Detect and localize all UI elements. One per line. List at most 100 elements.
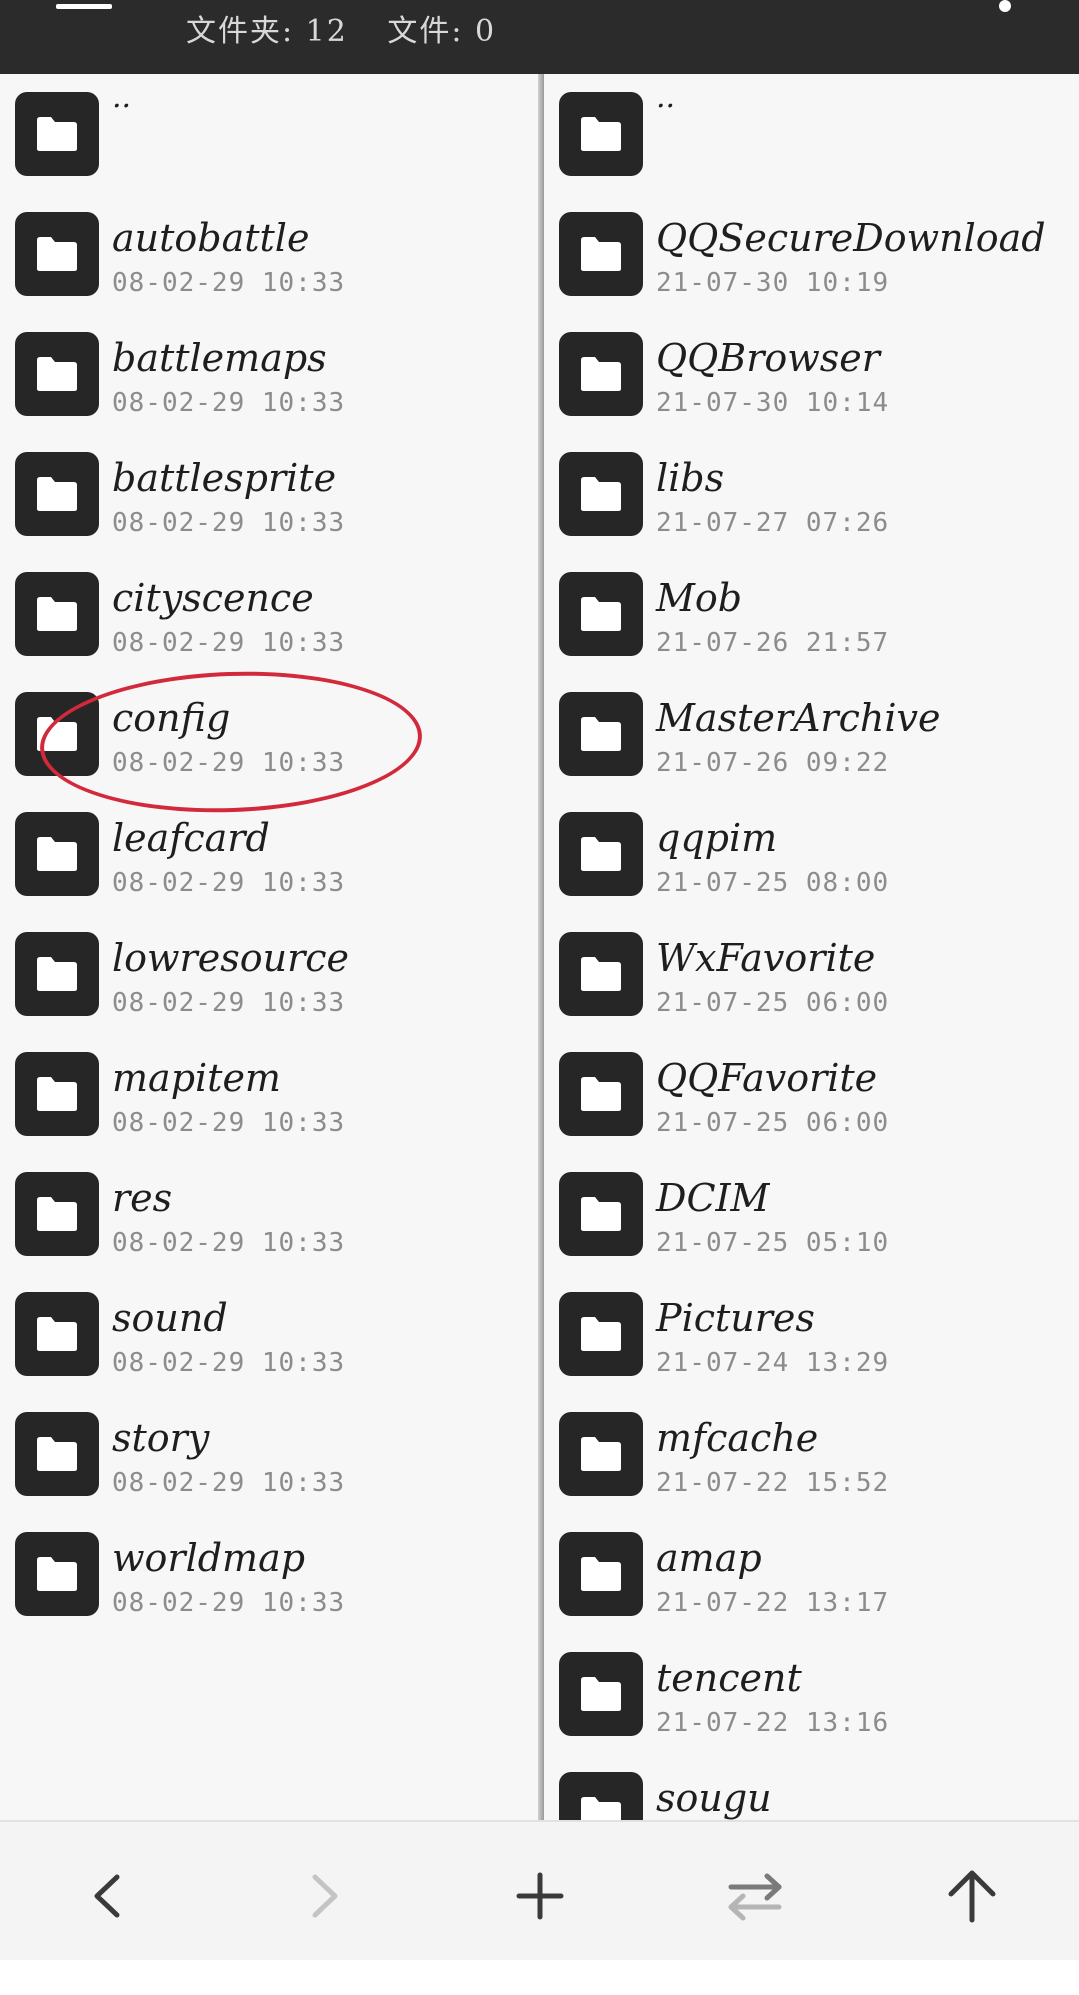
folder-date: 21-07-26 21:57 bbox=[656, 628, 890, 658]
folder-name: res bbox=[112, 1176, 173, 1220]
folder-row[interactable]: sound 08-02-29 10:33 bbox=[0, 1274, 538, 1394]
folder-name: battlesprite bbox=[112, 456, 337, 500]
back-icon bbox=[94, 1874, 120, 1918]
folder-count: 文件夹: 12 bbox=[186, 14, 348, 49]
folder-icon bbox=[559, 452, 643, 536]
folder-date: 08-02-29 10:33 bbox=[112, 1468, 346, 1498]
folder-icon bbox=[559, 1652, 643, 1736]
folder-icon bbox=[15, 92, 99, 176]
folder-row[interactable]: res 08-02-29 10:33 bbox=[0, 1154, 538, 1274]
more-options-icon[interactable] bbox=[999, 0, 1011, 12]
folder-row[interactable]: WxFavorite 21-07-25 06:00 bbox=[544, 914, 1079, 1034]
back-button[interactable] bbox=[67, 1856, 147, 1936]
folder-row[interactable]: Pictures 21-07-24 13:29 bbox=[544, 1274, 1079, 1394]
folder-date: 21-07-25 06:00 bbox=[656, 1108, 890, 1138]
folder-date: 21-07-30 10:19 bbox=[656, 268, 890, 298]
menu-icon[interactable] bbox=[56, 4, 112, 9]
folder-row[interactable]: tencent 21-07-22 13:16 bbox=[544, 1634, 1079, 1754]
add-button[interactable] bbox=[500, 1856, 580, 1936]
folder-name: qqpim bbox=[656, 816, 778, 860]
folder-name: libs bbox=[656, 456, 725, 500]
parent-directory-row[interactable]: .. bbox=[544, 74, 1079, 194]
folder-name: .. bbox=[112, 80, 132, 115]
folder-row[interactable]: sougu bbox=[544, 1754, 1079, 1820]
folder-icon bbox=[15, 1052, 99, 1136]
folder-row[interactable]: mapitem 08-02-29 10:33 bbox=[0, 1034, 538, 1154]
folder-name: QQBrowser bbox=[656, 336, 880, 380]
folder-icon bbox=[15, 452, 99, 536]
folder-icon bbox=[559, 1412, 643, 1496]
folder-icon bbox=[15, 332, 99, 416]
folder-row[interactable]: battlemaps 08-02-29 10:33 bbox=[0, 314, 538, 434]
folder-date: 08-02-29 10:33 bbox=[112, 1348, 346, 1378]
folder-row[interactable]: amap 21-07-22 13:17 bbox=[544, 1514, 1079, 1634]
up-button[interactable] bbox=[932, 1856, 1012, 1936]
folder-row[interactable]: QQFavorite 21-07-25 06:00 bbox=[544, 1034, 1079, 1154]
folder-icon bbox=[15, 812, 99, 896]
folder-row[interactable]: autobattle 08-02-29 10:33 bbox=[0, 194, 538, 314]
forward-icon bbox=[312, 1874, 338, 1918]
folder-icon bbox=[559, 332, 643, 416]
folder-row[interactable]: lowresource 08-02-29 10:33 bbox=[0, 914, 538, 1034]
folder-name: mfcache bbox=[656, 1416, 819, 1460]
folder-date: 21-07-27 07:26 bbox=[656, 508, 890, 538]
folder-date: 08-02-29 10:33 bbox=[112, 868, 346, 898]
folder-name: MasterArchive bbox=[656, 696, 941, 740]
folder-row[interactable]: QQSecureDownload 21-07-30 10:19 bbox=[544, 194, 1079, 314]
parent-directory-row[interactable]: .. bbox=[0, 74, 538, 194]
folder-row[interactable]: worldmap 08-02-29 10:33 bbox=[0, 1514, 538, 1634]
folder-icon bbox=[15, 572, 99, 656]
folder-row[interactable]: qqpim 21-07-25 08:00 bbox=[544, 794, 1079, 914]
forward-button[interactable] bbox=[285, 1856, 365, 1936]
bottom-strip bbox=[0, 1960, 1079, 1995]
folder-icon bbox=[559, 1772, 643, 1820]
folder-date: 21-07-24 13:29 bbox=[656, 1348, 890, 1378]
folder-date: 08-02-29 10:33 bbox=[112, 1108, 346, 1138]
folder-date: 08-02-29 10:33 bbox=[112, 388, 346, 418]
folder-row[interactable]: DCIM 21-07-25 05:10 bbox=[544, 1154, 1079, 1274]
folder-name: sougu bbox=[656, 1776, 772, 1820]
folder-date: 21-07-26 09:22 bbox=[656, 748, 890, 778]
folder-name: tencent bbox=[656, 1656, 802, 1700]
folder-row[interactable]: story 08-02-29 10:33 bbox=[0, 1394, 538, 1514]
folder-file-counts: 文件夹: 12 文件: 0 bbox=[186, 6, 524, 50]
right-file-pane[interactable]: .. QQSecureDownload 21-07-30 10:19 QQBrowse… bbox=[544, 74, 1079, 1820]
folder-name: .. bbox=[656, 80, 676, 115]
folder-row[interactable]: battlesprite 08-02-29 10:33 bbox=[0, 434, 538, 554]
folder-name: QQFavorite bbox=[656, 1056, 878, 1100]
file-count: 文件: 0 bbox=[387, 14, 497, 49]
folder-icon bbox=[559, 692, 643, 776]
folder-name: autobattle bbox=[112, 216, 310, 260]
folder-name: amap bbox=[656, 1536, 762, 1580]
folder-row[interactable]: cityscence 08-02-29 10:33 bbox=[0, 554, 538, 674]
folder-icon bbox=[559, 1172, 643, 1256]
folder-icon bbox=[559, 1052, 643, 1136]
folder-row[interactable]: libs 21-07-27 07:26 bbox=[544, 434, 1079, 554]
folder-icon bbox=[15, 932, 99, 1016]
bottom-toolbar bbox=[0, 1820, 1079, 1962]
folder-date: 21-07-30 10:14 bbox=[656, 388, 890, 418]
folder-icon bbox=[559, 572, 643, 656]
folder-row[interactable]: MasterArchive 21-07-26 09:22 bbox=[544, 674, 1079, 794]
folder-row[interactable]: Mob 21-07-26 21:57 bbox=[544, 554, 1079, 674]
folder-date: 21-07-25 08:00 bbox=[656, 868, 890, 898]
folder-date: 08-02-29 10:33 bbox=[112, 988, 346, 1018]
left-file-pane[interactable]: .. autobattle 08-02-29 10:33 battlemaps 08-0… bbox=[0, 74, 538, 1820]
folder-name: battlemaps bbox=[112, 336, 327, 380]
folder-icon bbox=[15, 212, 99, 296]
folder-row[interactable]: mfcache 21-07-22 15:52 bbox=[544, 1394, 1079, 1514]
folder-name: WxFavorite bbox=[656, 936, 876, 980]
folder-row[interactable]: leafcard 08-02-29 10:33 bbox=[0, 794, 538, 914]
folder-icon bbox=[559, 812, 643, 896]
folder-icon bbox=[15, 1412, 99, 1496]
folder-date: 21-07-25 05:10 bbox=[656, 1228, 890, 1258]
folder-date: 21-07-25 06:00 bbox=[656, 988, 890, 1018]
top-bar: 文件夹: 12 文件: 0 bbox=[0, 0, 1079, 74]
folder-date: 08-02-29 10:33 bbox=[112, 1588, 346, 1618]
folder-icon bbox=[559, 92, 643, 176]
folder-icon bbox=[559, 212, 643, 296]
swap-button[interactable] bbox=[715, 1856, 795, 1936]
folder-row[interactable]: QQBrowser 21-07-30 10:14 bbox=[544, 314, 1079, 434]
folder-date: 08-02-29 10:33 bbox=[112, 508, 346, 538]
folder-name: lowresource bbox=[112, 936, 349, 980]
